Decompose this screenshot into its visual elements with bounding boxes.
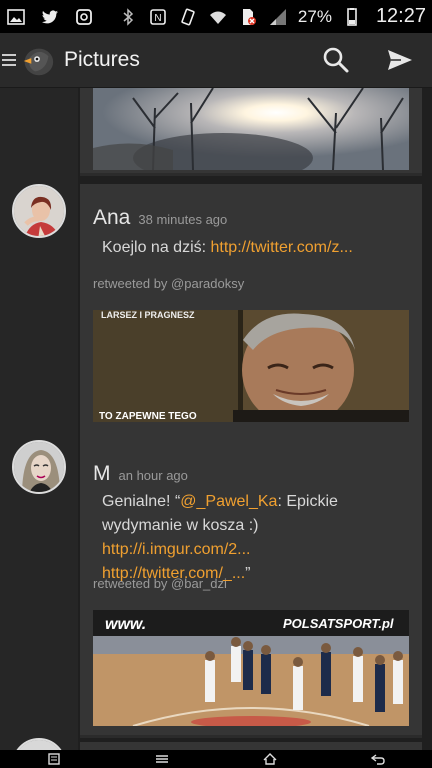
vibrate-icon [178, 7, 198, 27]
signal-icon [268, 7, 288, 27]
page-title: Pictures [64, 48, 140, 71]
image-caption-top: LARSEZ I PRAGNESZ [101, 310, 195, 320]
image-caption-top: www. [105, 616, 146, 633]
bluetooth-icon [118, 7, 138, 27]
retweeted-by[interactable]: retweeted by @bar_dzi [93, 576, 227, 591]
sim-blocked-icon [238, 7, 258, 27]
feed-item-previous[interactable] [80, 88, 422, 176]
svg-text:N: N [154, 13, 161, 24]
image-caption-bottom: TO ZAPEWNE TEGO [99, 411, 197, 422]
wifi-icon [208, 7, 228, 27]
recent-apps-icon[interactable] [47, 753, 61, 765]
send-icon[interactable] [386, 46, 414, 74]
image-caption-brand: POLSATSPORT.pl [283, 616, 394, 631]
tweet-link[interactable]: http://twitter.com/z... [211, 239, 353, 256]
timestamp: an hour ago [118, 468, 188, 483]
avatar[interactable] [12, 440, 66, 494]
image-icon [6, 7, 26, 27]
author-name[interactable]: M [93, 462, 111, 486]
tweet-image[interactable]: LARSEZ I PRAGNESZ TO ZAPEWNE TEGO [93, 310, 409, 422]
avatar[interactable] [12, 184, 66, 238]
tweet-text: Koejlo na dziś: http://twitter.com/z... [102, 239, 353, 256]
home-icon[interactable] [263, 753, 277, 765]
author-name[interactable]: Ana [93, 206, 130, 230]
menu-keys-icon[interactable] [155, 753, 169, 765]
battery-percent: 27% [297, 6, 332, 26]
nfc-icon: N [148, 7, 168, 27]
retweeted-by[interactable]: retweeted by @paradoksy [93, 276, 244, 291]
instagram-icon [74, 7, 94, 27]
tweet-link[interactable]: http://i.imgur.com/2... [102, 541, 251, 558]
mention-link[interactable]: @_Pawel_Ka [180, 493, 277, 510]
menu-icon[interactable] [2, 54, 16, 66]
back-icon[interactable] [371, 753, 385, 765]
app-logo-bird[interactable] [18, 41, 56, 79]
status-bar: N 27% 12:27 [0, 0, 432, 33]
feed[interactable]: Ana 38 minutes ago Koejlo na dziś: http:… [0, 88, 432, 750]
feed-item-next[interactable] [80, 742, 422, 750]
navigation-bar [0, 750, 432, 768]
tweet-text: Genialne! “@_Pawel_Ka: Epickie wydymanie… [102, 493, 338, 582]
twitter-bird-icon [40, 7, 60, 27]
action-bar: Pictures [0, 33, 432, 88]
clock: 12:27 [375, 5, 426, 27]
feed-item[interactable]: M an hour ago Genialne! “@_Pawel_Ka: Epi… [80, 440, 422, 738]
tweet-image[interactable]: www. POLSATSPORT.pl [93, 610, 409, 726]
search-icon[interactable] [322, 46, 350, 74]
tweet-image[interactable] [93, 88, 409, 170]
battery-icon [342, 7, 362, 27]
timestamp: 38 minutes ago [138, 212, 228, 227]
